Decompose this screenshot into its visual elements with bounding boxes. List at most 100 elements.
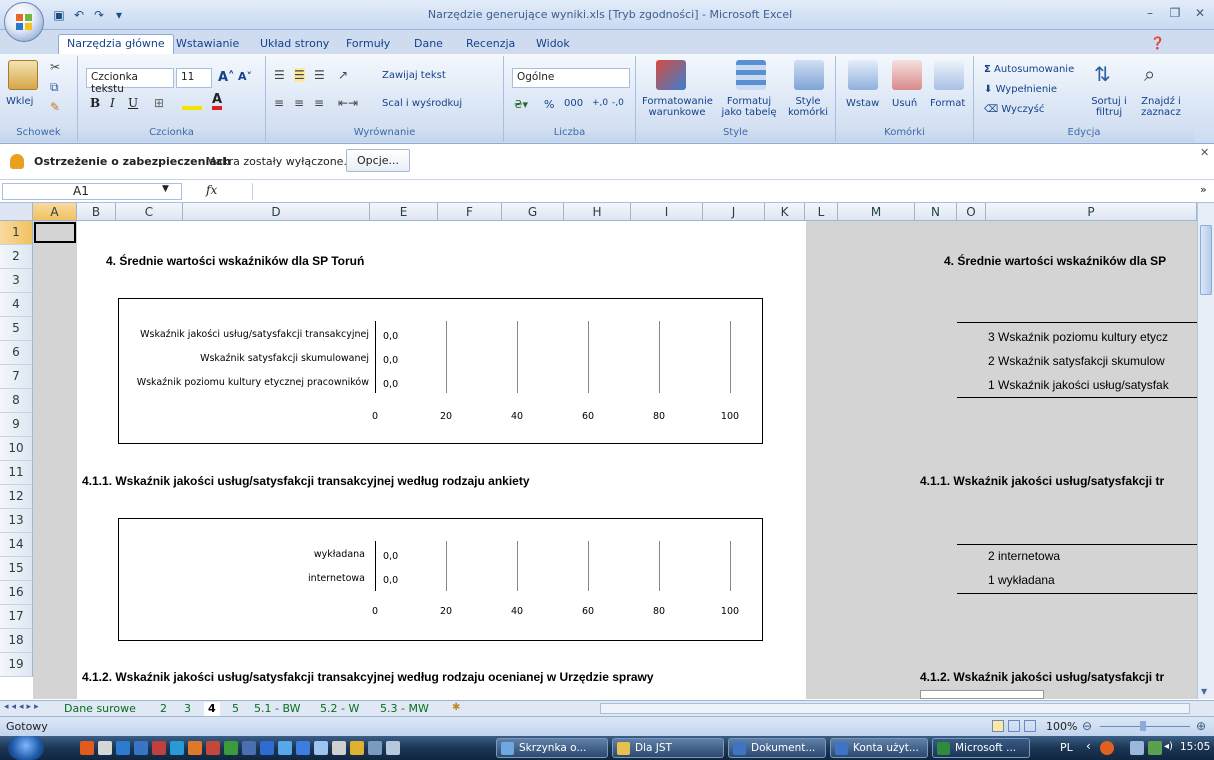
conditional-format-icon[interactable] xyxy=(656,60,686,90)
zoom-slider-thumb[interactable] xyxy=(1140,721,1146,731)
delete-cells-icon[interactable] xyxy=(892,60,922,90)
taskbar-button-document[interactable]: Dokument... xyxy=(728,738,826,758)
fill-button[interactable]: ⬇ Wypełnienie xyxy=(984,84,1057,95)
align-right-icon[interactable]: ≡ xyxy=(314,96,324,110)
quicklaunch-icon[interactable] xyxy=(80,741,94,755)
quicklaunch-icon[interactable] xyxy=(206,741,220,755)
column-header[interactable]: I xyxy=(631,203,703,221)
align-left-icon[interactable]: ≡ xyxy=(274,96,284,110)
sheet-tab[interactable]: 2 xyxy=(156,702,171,716)
tray-icon[interactable] xyxy=(1148,741,1162,755)
customize-qat-icon[interactable]: ▾ xyxy=(112,8,126,22)
network-icon[interactable] xyxy=(1130,741,1144,755)
fx-icon[interactable]: fx xyxy=(206,183,217,197)
quicklaunch-icon[interactable] xyxy=(314,741,328,755)
autosum-button[interactable]: Σ Autosumowanie xyxy=(984,64,1074,75)
save-icon[interactable]: ▣ xyxy=(52,8,66,22)
quicklaunch-icon[interactable] xyxy=(170,741,184,755)
column-header[interactable]: K xyxy=(765,203,805,221)
office-button[interactable] xyxy=(4,2,44,42)
quicklaunch-icon[interactable] xyxy=(116,741,130,755)
find-select-button[interactable]: Znajdź i zaznacz xyxy=(1134,96,1188,118)
cut-icon[interactable]: ✂ xyxy=(50,60,60,74)
row-header[interactable]: 2 xyxy=(0,245,33,269)
options-button[interactable]: Opcje... xyxy=(346,149,411,172)
quicklaunch-icon[interactable] xyxy=(386,741,400,755)
indent-icon[interactable]: ⇤⇥ xyxy=(338,96,358,110)
format-table-icon[interactable] xyxy=(736,60,766,90)
row-header[interactable]: 5 xyxy=(0,317,33,341)
quicklaunch-icon[interactable] xyxy=(224,741,238,755)
fill-color-icon[interactable] xyxy=(182,96,202,110)
column-header[interactable]: N xyxy=(915,203,957,221)
percent-icon[interactable]: % xyxy=(544,98,554,111)
format-cells-icon[interactable] xyxy=(934,60,964,90)
font-color-icon[interactable]: A xyxy=(212,93,223,110)
tab-insert[interactable]: Wstawianie xyxy=(168,35,247,54)
taskbar-button-folder[interactable]: Dla JST xyxy=(612,738,724,758)
restore-icon[interactable]: ❐ xyxy=(1165,6,1185,22)
zoom-out-icon[interactable]: ⊖ xyxy=(1082,719,1092,733)
merge-center-button[interactable]: Scal i wyśrodkuj xyxy=(382,98,462,109)
column-header[interactable]: D xyxy=(183,203,370,221)
sheet-tab[interactable]: 5.1 - BW xyxy=(250,702,305,716)
row-header[interactable]: 17 xyxy=(0,605,33,629)
row-header[interactable]: 7 xyxy=(0,365,33,389)
tab-data[interactable]: Dane xyxy=(406,35,451,54)
page-break-view-icon[interactable] xyxy=(1024,720,1036,732)
cell-styles-button[interactable]: Style komórki xyxy=(784,96,832,118)
underline-icon[interactable]: U xyxy=(128,96,138,110)
borders-icon[interactable]: ⊞ xyxy=(154,96,164,110)
italic-icon[interactable]: I xyxy=(110,96,115,110)
formula-input[interactable] xyxy=(252,183,1192,200)
quicklaunch-icon[interactable] xyxy=(296,741,310,755)
row-header[interactable]: 9 xyxy=(0,413,33,437)
quicklaunch-icon[interactable] xyxy=(242,741,256,755)
column-header[interactable]: J xyxy=(703,203,765,221)
sort-filter-icon[interactable]: ⇅ xyxy=(1094,62,1111,86)
sheet-nav-arrows-icon[interactable]: ◂◂◂▸▸ xyxy=(4,702,42,712)
tab-review[interactable]: Recenzja xyxy=(458,35,523,54)
taskbar-button-mail[interactable]: Skrzynka o... xyxy=(496,738,608,758)
column-header[interactable]: G xyxy=(502,203,564,221)
delete-cells-button[interactable]: Usuń xyxy=(892,98,917,109)
sheet-tab[interactable]: Dane surowe xyxy=(60,702,140,716)
row-header[interactable]: 16 xyxy=(0,581,33,605)
format-cells-button[interactable]: Format xyxy=(930,98,965,109)
align-middle-icon[interactable]: ☰ xyxy=(294,68,305,82)
format-painter-icon[interactable]: ✎ xyxy=(50,100,60,114)
column-header[interactable]: L xyxy=(805,203,838,221)
insert-sheet-icon[interactable]: ✱ xyxy=(452,702,460,713)
copy-icon[interactable]: ⧉ xyxy=(50,80,59,95)
scroll-down-icon[interactable]: ▼ xyxy=(1201,687,1207,696)
active-cell[interactable] xyxy=(34,222,76,243)
tray-expand-icon[interactable]: ‹ xyxy=(1086,739,1091,753)
align-top-icon[interactable]: ☰ xyxy=(274,68,285,82)
row-header[interactable]: 14 xyxy=(0,533,33,557)
page-layout-view-icon[interactable] xyxy=(1008,720,1020,732)
increase-decimal-icon[interactable]: +,0 xyxy=(592,98,608,108)
select-all-corner[interactable] xyxy=(0,203,33,221)
conditional-format-button[interactable]: Formatowanie warunkowe xyxy=(642,96,713,118)
column-header[interactable]: A xyxy=(33,203,77,221)
sort-filter-button[interactable]: Sortuj i filtruj xyxy=(1084,96,1134,118)
quicklaunch-icon[interactable] xyxy=(350,741,364,755)
comma-style-icon[interactable]: 000 xyxy=(564,98,583,109)
row-header[interactable]: 18 xyxy=(0,629,33,653)
name-box[interactable]: A1 xyxy=(2,183,182,200)
volume-icon[interactable]: ◂) xyxy=(1164,741,1173,752)
quicklaunch-icon[interactable] xyxy=(134,741,148,755)
font-size-combo[interactable]: 11 xyxy=(176,68,212,88)
row-header[interactable]: 13 xyxy=(0,509,33,533)
expand-formula-icon[interactable]: » xyxy=(1200,183,1207,196)
grow-font-icon[interactable]: A˄ xyxy=(218,70,235,85)
decrease-decimal-icon[interactable]: -,0 xyxy=(612,98,624,108)
undo-icon[interactable]: ↶ xyxy=(72,8,86,22)
name-box-dropdown-icon[interactable]: ▼ xyxy=(162,184,169,194)
column-header[interactable]: B xyxy=(77,203,116,221)
tab-page-layout[interactable]: Układ strony xyxy=(252,35,337,54)
taskbar-button-accounts[interactable]: Konta użyt... xyxy=(830,738,928,758)
insert-cells-button[interactable]: Wstaw xyxy=(846,98,879,109)
taskbar-button-excel[interactable]: Microsoft ... xyxy=(932,738,1030,758)
quicklaunch-icon[interactable] xyxy=(368,741,382,755)
